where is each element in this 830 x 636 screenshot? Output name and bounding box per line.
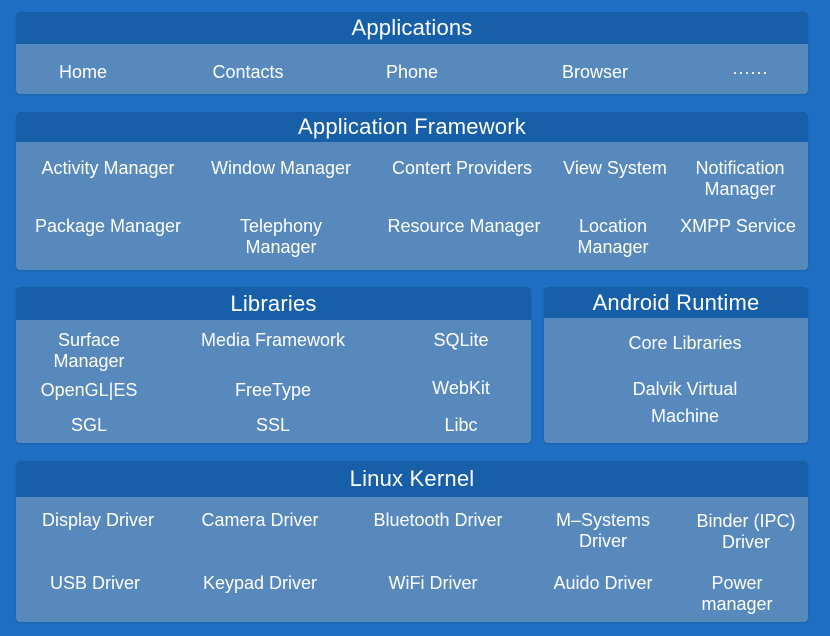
runtime-item-dalvik-vm: Dalvik Virtual Machine xyxy=(632,379,738,426)
library-item-surface-manager: Surface Manager xyxy=(53,330,125,371)
libraries-title: Libraries xyxy=(16,287,531,320)
kernel-title: Linux Kernel xyxy=(16,461,808,497)
library-item-webkit: WebKit xyxy=(432,378,490,398)
framework-item-resource-manager: Resource Manager xyxy=(387,216,541,236)
framework-item-notification-manager: Notification Manager xyxy=(695,158,785,199)
kernel-item-display-driver: Display Driver xyxy=(41,510,155,530)
library-item-opengl-es: OpenGL|ES xyxy=(40,380,138,400)
kernel-item-binder-driver: Binder (IPC) Driver xyxy=(696,511,796,552)
kernel-item-bluetooth-driver: Bluetooth Driver xyxy=(373,510,503,530)
app-item-home: Home xyxy=(58,62,108,82)
library-item-media-framework: Media Framework xyxy=(200,330,346,350)
framework-title: Application Framework xyxy=(16,112,808,142)
kernel-item-wifi-driver: WiFi Driver xyxy=(388,573,478,593)
library-item-ssl: SSL xyxy=(255,415,291,435)
runtime-item-core-libraries: Core Libraries xyxy=(628,333,742,353)
framework-item-activity-manager: Activity Manager xyxy=(41,158,175,178)
kernel-item-msystems-driver: M–Systems Driver xyxy=(555,510,651,551)
kernel-item-camera-driver: Camera Driver xyxy=(201,510,319,530)
library-item-sqlite: SQLite xyxy=(433,330,489,350)
framework-item-content-providers: Contert Providers xyxy=(391,158,533,178)
framework-item-view-system: View System xyxy=(563,158,667,178)
app-item-phone: Phone xyxy=(385,62,439,82)
runtime-title: Android Runtime xyxy=(544,287,808,318)
kernel-item-audio-driver: Auido Driver xyxy=(553,573,653,593)
app-item-contacts: Contacts xyxy=(212,62,284,82)
framework-item-telephony-manager: Telephony Manager xyxy=(239,216,323,257)
library-item-libc: Libc xyxy=(444,415,478,435)
applications-title: Applications xyxy=(16,12,808,44)
app-item-browser: Browser xyxy=(561,62,629,82)
kernel-item-power-manager: Power manager xyxy=(701,573,773,614)
library-item-sgl: SGL xyxy=(70,415,108,435)
libraries-panel: Libraries Surface Manager Media Framewor… xyxy=(16,287,531,443)
app-item-more: ······ xyxy=(732,62,768,82)
framework-panel: Application Framework Activity Manager W… xyxy=(16,112,808,270)
kernel-panel: Linux Kernel Display Driver Camera Drive… xyxy=(16,461,808,622)
kernel-item-keypad-driver: Keypad Driver xyxy=(202,573,318,593)
framework-item-package-manager: Package Manager xyxy=(34,216,182,236)
library-item-freetype: FreeType xyxy=(234,380,312,400)
runtime-panel: Android Runtime Core Libraries Dalvik Vi… xyxy=(544,287,808,443)
applications-panel: Applications Home Contacts Phone Browser… xyxy=(16,12,808,94)
kernel-item-usb-driver: USB Driver xyxy=(49,573,141,593)
framework-item-window-manager: Window Manager xyxy=(210,158,352,178)
framework-item-location-manager: Location Manager xyxy=(577,216,649,257)
framework-item-xmpp-service: XMPP Service xyxy=(680,216,796,236)
